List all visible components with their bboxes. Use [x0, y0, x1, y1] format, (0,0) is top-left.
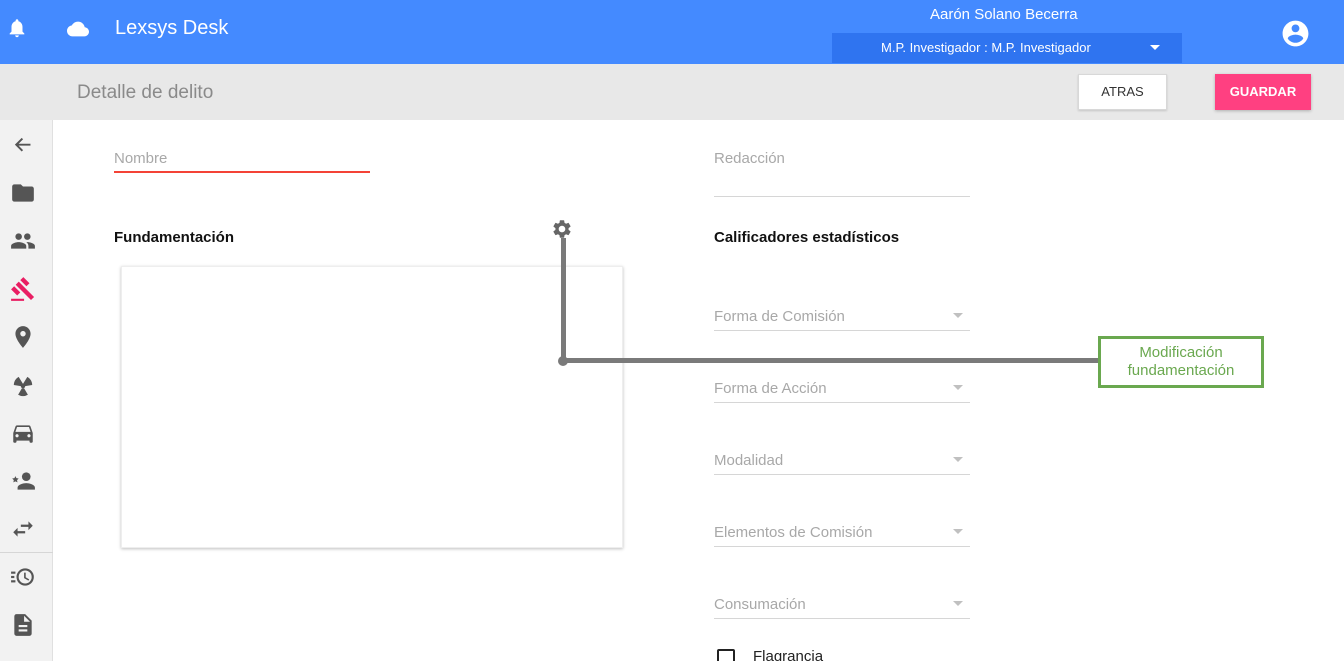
fundamentacion-editor[interactable]: [121, 266, 623, 548]
chevron-down-icon: [953, 313, 963, 318]
nombre-input[interactable]: Nombre: [114, 150, 167, 167]
chevron-down-icon: [953, 529, 963, 534]
annotation-callout: Modificación fundamentación: [1098, 336, 1264, 388]
flagrancia-checkbox[interactable]: [717, 649, 735, 661]
redaccion-input[interactable]: Redacción: [714, 150, 785, 167]
history-icon[interactable]: [10, 564, 36, 590]
elementos-comision-underline: [714, 546, 970, 547]
back-arrow-icon[interactable]: [10, 132, 36, 158]
sidebar: [0, 120, 53, 661]
gear-icon[interactable]: [551, 218, 573, 240]
annotation-line-1: Modificación: [1139, 344, 1223, 361]
user-name: Aarón Solano Becerra: [930, 6, 1078, 23]
forma-accion-select[interactable]: Forma de Acción: [714, 380, 827, 397]
role-select-value: M.P. Investigador : M.P. Investigador: [881, 40, 1091, 55]
forma-comision-select[interactable]: Forma de Comisión: [714, 308, 845, 325]
chevron-down-icon: [953, 385, 963, 390]
person-star-icon[interactable]: [10, 468, 36, 494]
callout-connector-horizontal: [561, 358, 1098, 363]
elementos-comision-select[interactable]: Elementos de Comisión: [714, 524, 872, 541]
people-icon[interactable]: [10, 228, 36, 254]
flagrancia-label: Flagrancia: [753, 648, 824, 661]
consumacion-underline: [714, 618, 970, 619]
nombre-underline: [114, 171, 370, 173]
callout-anchor-dot: [558, 356, 568, 366]
account-circle-icon[interactable]: [1280, 18, 1311, 49]
forma-comision-underline: [714, 330, 970, 331]
page-title: Detalle de delito: [77, 82, 214, 103]
top-app-bar: Lexsys Desk Aarón Solano Becerra M.P. In…: [0, 0, 1344, 64]
modalidad-underline: [714, 474, 970, 475]
gavel-icon[interactable]: [10, 276, 36, 302]
role-select[interactable]: M.P. Investigador : M.P. Investigador: [832, 33, 1182, 63]
annotation-line-2: fundamentación: [1127, 362, 1235, 379]
consumacion-select[interactable]: Consumación: [714, 596, 806, 613]
location-pin-icon[interactable]: [10, 324, 36, 350]
forma-accion-underline: [714, 402, 970, 403]
save-button[interactable]: GUARDAR: [1215, 74, 1311, 110]
page-header: Detalle de delito ATRAS GUARDAR: [0, 64, 1344, 120]
car-icon[interactable]: [10, 420, 36, 446]
chevron-down-icon: [953, 457, 963, 462]
app-title: Lexsys Desk: [115, 17, 229, 39]
chevron-down-icon: [953, 601, 963, 606]
document-icon[interactable]: [10, 612, 36, 638]
chevron-down-icon: [1150, 45, 1160, 50]
folder-icon[interactable]: [10, 180, 36, 206]
cloud-icon: [67, 21, 89, 37]
modalidad-select[interactable]: Modalidad: [714, 452, 783, 469]
swap-icon[interactable]: [10, 516, 36, 542]
fundamentacion-title: Fundamentación: [114, 229, 235, 246]
bell-icon[interactable]: [6, 16, 28, 40]
sidebar-divider: [0, 552, 53, 553]
redaccion-underline: [714, 196, 970, 197]
back-button[interactable]: ATRAS: [1078, 74, 1167, 110]
radiation-icon[interactable]: [10, 372, 36, 398]
calificadores-title: Calificadores estadísticos: [714, 229, 900, 246]
callout-connector-vertical: [561, 238, 566, 362]
